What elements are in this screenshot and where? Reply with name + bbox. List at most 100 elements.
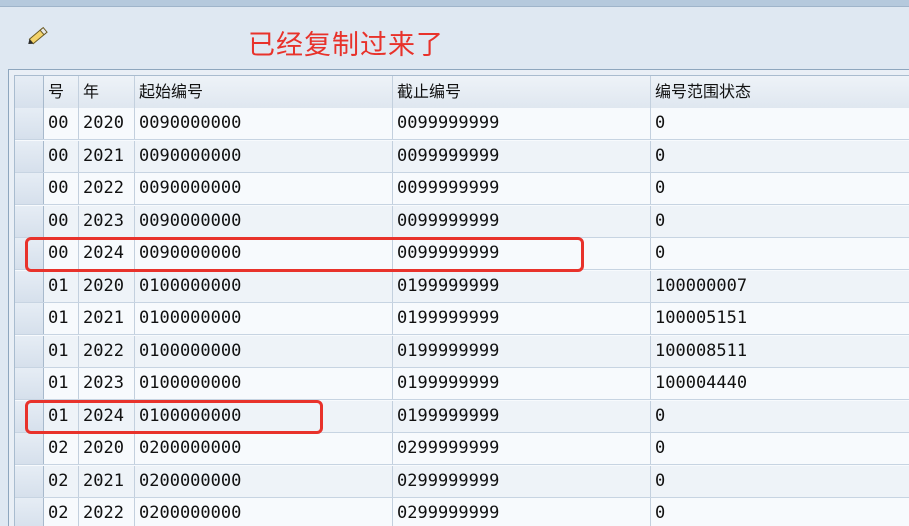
table-row[interactable]: 00 2023 0090000000 0099999999 0: [15, 205, 909, 238]
column-header-from-number[interactable]: 起始编号: [135, 76, 393, 108]
cell-from-number[interactable]: 0200000000: [135, 498, 393, 526]
cell-number[interactable]: 02: [44, 498, 79, 526]
cell-year[interactable]: 2024: [79, 238, 135, 269]
table-row[interactable]: 01 2021 0100000000 0199999999 100005151: [15, 303, 909, 335]
cell-year[interactable]: 2024: [79, 400, 135, 432]
table-row[interactable]: 01 2022 0100000000 0199999999 100008511: [15, 335, 909, 368]
cell-year[interactable]: 2022: [79, 335, 135, 367]
table-row[interactable]: 00 2022 0090000000 0099999999 0: [15, 173, 909, 205]
number-range-table-frame: 号 年 起始编号 截止编号 编号范围状态 00 2020 0090000000 009…: [8, 69, 909, 526]
cell-to-number[interactable]: 0199999999: [393, 400, 651, 432]
column-header-range-status[interactable]: 编号范围状态: [651, 76, 909, 108]
cell-year[interactable]: 2022: [79, 498, 135, 526]
cell-range-status[interactable]: 0: [651, 173, 909, 204]
table-row[interactable]: 00 2024 0090000000 0099999999 0: [15, 238, 909, 270]
cell-range-status[interactable]: 0: [651, 466, 909, 497]
column-header-number[interactable]: 号: [44, 76, 79, 108]
row-selector-button[interactable]: [15, 140, 44, 172]
cell-range-status[interactable]: 0: [651, 108, 909, 139]
cell-to-number[interactable]: 0099999999: [393, 205, 651, 237]
cell-year[interactable]: 2021: [79, 303, 135, 334]
cell-number[interactable]: 00: [44, 108, 79, 139]
cell-from-number[interactable]: 0200000000: [135, 433, 393, 464]
select-all-button[interactable]: [15, 76, 44, 108]
cell-range-status[interactable]: 0: [651, 206, 909, 237]
cell-from-number[interactable]: 0090000000: [135, 238, 393, 269]
cell-from-number[interactable]: 0090000000: [135, 140, 393, 172]
cell-range-status[interactable]: 0: [651, 433, 909, 464]
cell-range-status[interactable]: 0: [651, 238, 909, 269]
cell-number[interactable]: 00: [44, 238, 79, 269]
cell-to-number[interactable]: 0199999999: [393, 368, 651, 399]
table-row[interactable]: 01 2024 0100000000 0199999999 0: [15, 400, 909, 433]
cell-number[interactable]: 00: [44, 205, 79, 237]
row-selector-button[interactable]: [15, 400, 44, 432]
cell-from-number[interactable]: 0090000000: [135, 205, 393, 237]
cell-range-status[interactable]: 100004440: [651, 368, 909, 399]
cell-range-status[interactable]: 0: [651, 498, 909, 526]
cell-to-number[interactable]: 0199999999: [393, 303, 651, 334]
cell-year[interactable]: 2023: [79, 368, 135, 399]
cell-from-number[interactable]: 0100000000: [135, 368, 393, 399]
cell-year[interactable]: 2020: [79, 108, 135, 139]
cell-number[interactable]: 02: [44, 433, 79, 464]
cell-number[interactable]: 01: [44, 368, 79, 399]
cell-range-status[interactable]: 100000007: [651, 271, 909, 302]
cell-range-status[interactable]: 100005151: [651, 303, 909, 334]
row-selector-button[interactable]: [15, 433, 44, 464]
cell-to-number[interactable]: 0299999999: [393, 498, 651, 526]
cell-from-number[interactable]: 0100000000: [135, 303, 393, 334]
row-selector-button[interactable]: [15, 303, 44, 334]
table-row[interactable]: 02 2020 0200000000 0299999999 0: [15, 433, 909, 465]
table-row[interactable]: 00 2021 0090000000 0099999999 0: [15, 140, 909, 173]
row-selector-button[interactable]: [15, 368, 44, 399]
cell-number[interactable]: 01: [44, 400, 79, 432]
row-selector-button[interactable]: [15, 173, 44, 204]
cell-to-number[interactable]: 0099999999: [393, 108, 651, 139]
cell-to-number[interactable]: 0299999999: [393, 465, 651, 497]
cell-to-number[interactable]: 0199999999: [393, 335, 651, 367]
cell-range-status[interactable]: 100008511: [651, 336, 909, 367]
cell-number[interactable]: 02: [44, 465, 79, 497]
cell-from-number[interactable]: 0100000000: [135, 270, 393, 302]
row-selector-button[interactable]: [15, 335, 44, 367]
table-row[interactable]: 02 2022 0200000000 0299999999 0: [15, 498, 909, 526]
cell-to-number[interactable]: 0099999999: [393, 140, 651, 172]
pencil-eraser-icon[interactable]: [25, 21, 53, 49]
cell-to-number[interactable]: 0099999999: [393, 238, 651, 269]
row-selector-button[interactable]: [15, 498, 44, 526]
column-header-to-number[interactable]: 截止编号: [393, 76, 651, 108]
cell-from-number[interactable]: 0100000000: [135, 400, 393, 432]
cell-number[interactable]: 00: [44, 140, 79, 172]
cell-number[interactable]: 01: [44, 270, 79, 302]
row-selector-button[interactable]: [15, 270, 44, 302]
row-selector-button[interactable]: [15, 465, 44, 497]
cell-year[interactable]: 2021: [79, 140, 135, 172]
column-header-year[interactable]: 年: [79, 76, 135, 108]
cell-year[interactable]: 2023: [79, 205, 135, 237]
cell-from-number[interactable]: 0200000000: [135, 465, 393, 497]
table-row[interactable]: 01 2023 0100000000 0199999999 100004440: [15, 368, 909, 400]
cell-number[interactable]: 01: [44, 303, 79, 334]
cell-number[interactable]: 00: [44, 173, 79, 204]
row-selector-button[interactable]: [15, 108, 44, 139]
cell-year[interactable]: 2021: [79, 465, 135, 497]
cell-from-number[interactable]: 0090000000: [135, 108, 393, 139]
cell-year[interactable]: 2020: [79, 433, 135, 464]
table-row[interactable]: 01 2020 0100000000 0199999999 100000007: [15, 270, 909, 303]
cell-to-number[interactable]: 0199999999: [393, 270, 651, 302]
table-row[interactable]: 00 2020 0090000000 0099999999 0: [15, 108, 909, 140]
cell-to-number[interactable]: 0099999999: [393, 173, 651, 204]
table-row[interactable]: 02 2021 0200000000 0299999999 0: [15, 465, 909, 498]
cell-to-number[interactable]: 0299999999: [393, 433, 651, 464]
row-selector-button[interactable]: [15, 205, 44, 237]
cell-range-status[interactable]: 0: [651, 141, 909, 172]
cell-from-number[interactable]: 0100000000: [135, 335, 393, 367]
cell-from-number[interactable]: 0090000000: [135, 173, 393, 204]
cell-year[interactable]: 2022: [79, 173, 135, 204]
cell-range-status[interactable]: 0: [651, 401, 909, 432]
cell-number[interactable]: 01: [44, 335, 79, 367]
cell-year[interactable]: 2020: [79, 270, 135, 302]
row-selector-button[interactable]: [15, 238, 44, 269]
table-header-row: 号 年 起始编号 截止编号 编号范围状态: [15, 76, 909, 109]
